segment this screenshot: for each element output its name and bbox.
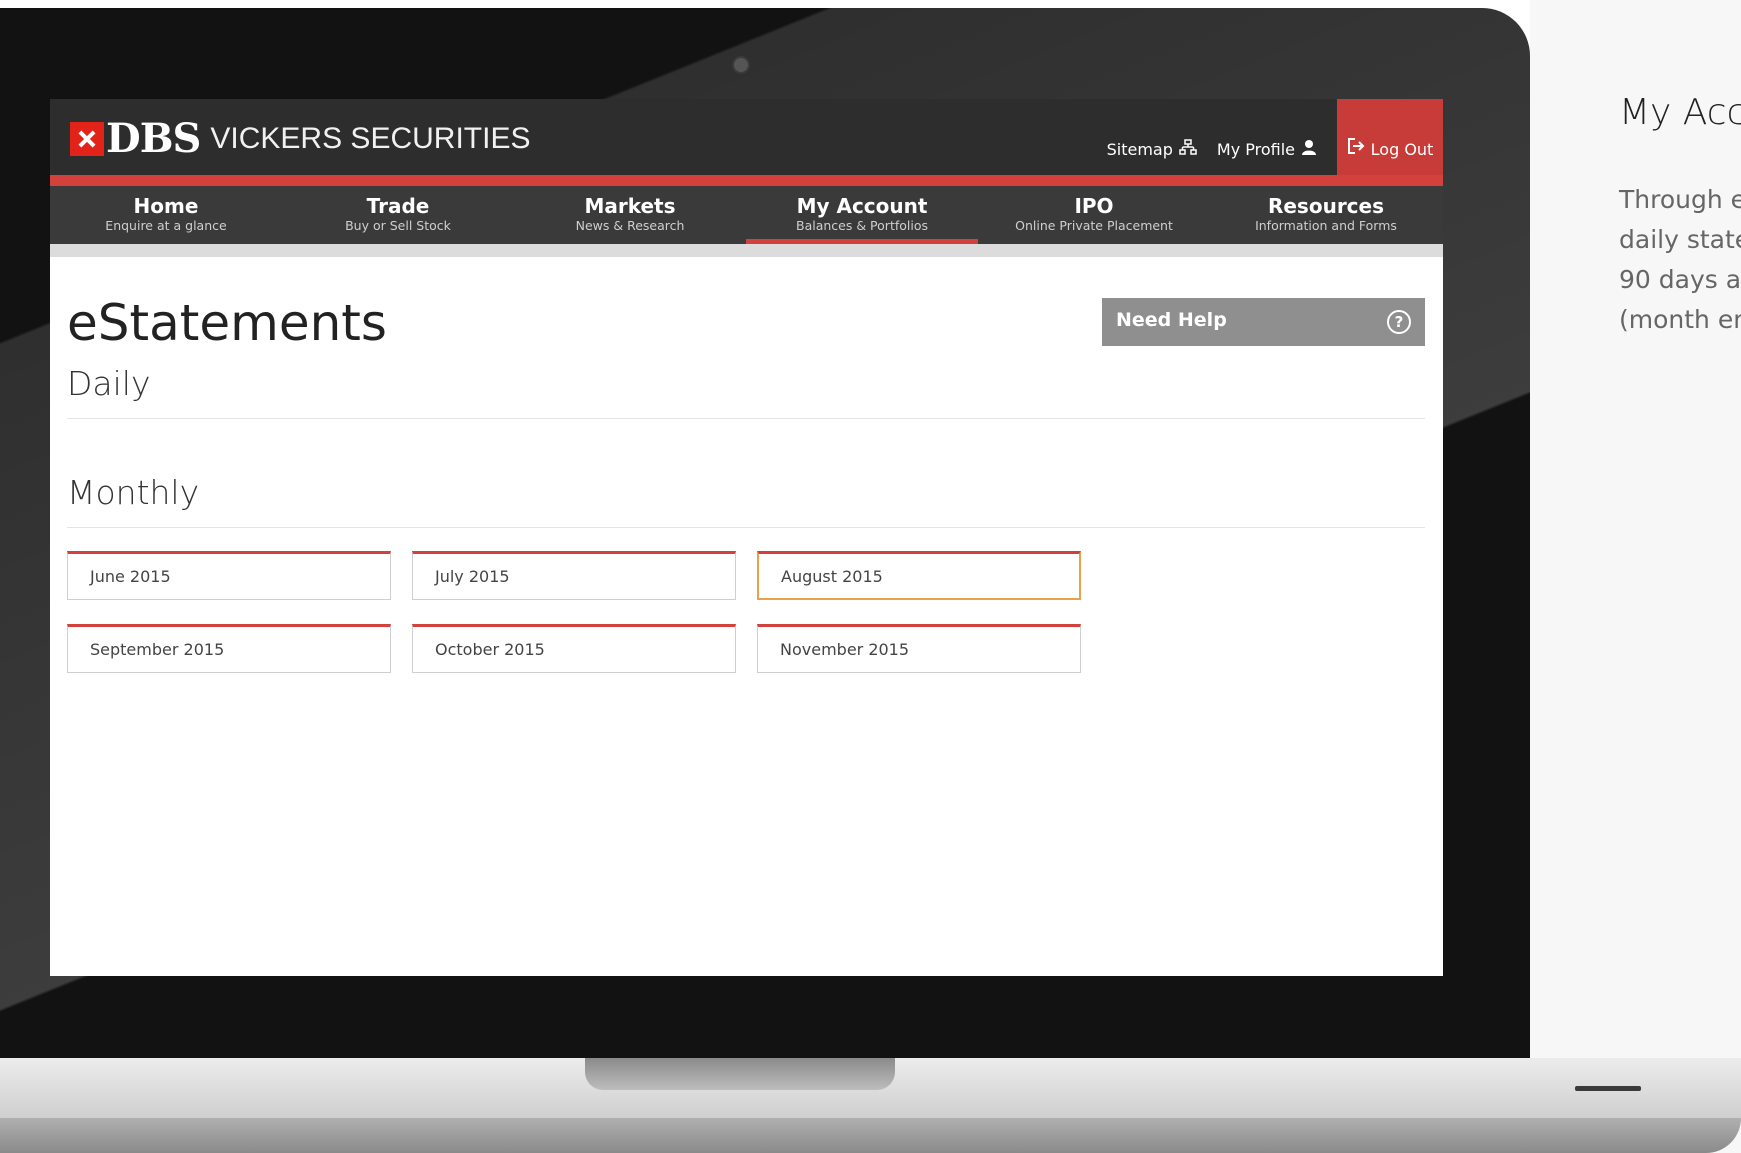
monthly-heading: Monthly	[67, 473, 200, 512]
nav-resources[interactable]: Resources Information and Forms	[1210, 186, 1442, 244]
nav-label: Markets	[584, 194, 676, 218]
nav-label: IPO	[1074, 194, 1114, 218]
side-desc-line: daily stater	[1619, 225, 1741, 254]
user-icon	[1301, 139, 1317, 159]
month-july-2015[interactable]: July 2015	[412, 551, 736, 600]
side-title: My Acc	[1619, 92, 1741, 133]
side-desc-line: Through e	[1619, 185, 1741, 214]
nav-spacer	[50, 244, 1443, 257]
brand-vickers: VICKERS SECURITIES	[210, 121, 531, 155]
monthly-divider	[67, 527, 1425, 528]
sitemap-link[interactable]: Sitemap	[1107, 139, 1197, 175]
side-panel	[1530, 0, 1741, 1153]
side-desc-line: (month en	[1619, 305, 1741, 334]
nav-label: Home	[133, 194, 199, 218]
nav-sub: Online Private Placement	[1015, 218, 1173, 233]
main-nav: Home Enquire at a glance Trade Buy or Se…	[50, 186, 1443, 244]
nav-trade[interactable]: Trade Buy or Sell Stock	[282, 186, 514, 244]
utility-links: Sitemap My Profile Log Out	[1107, 99, 1443, 175]
my-profile-label: My Profile	[1216, 139, 1295, 159]
side-description: Through e daily stater 90 days as (month…	[1619, 180, 1741, 340]
log-out-button[interactable]: Log Out	[1337, 99, 1443, 175]
my-profile-link[interactable]: My Profile	[1217, 139, 1317, 175]
nav-sub: Enquire at a glance	[105, 218, 227, 233]
side-desc-line: 90 days as	[1619, 265, 1741, 294]
laptop-frame: DBS VICKERS SECURITIES Sitemap My Profil…	[0, 8, 1530, 1058]
nav-my-account[interactable]: My Account Balances & Portfolios	[746, 186, 978, 244]
header-bar: DBS VICKERS SECURITIES Sitemap My Profil…	[50, 99, 1443, 175]
month-june-2015[interactable]: June 2015	[67, 551, 391, 600]
nav-home[interactable]: Home Enquire at a glance	[50, 186, 282, 244]
camera-icon	[732, 56, 750, 74]
month-october-2015[interactable]: October 2015	[412, 624, 736, 673]
nav-sub: Information and Forms	[1255, 218, 1397, 233]
nav-ipo[interactable]: IPO Online Private Placement	[978, 186, 1210, 244]
header-accent-bar	[50, 175, 1443, 186]
page-title: eStatements	[67, 294, 387, 352]
nav-label: Trade	[366, 194, 430, 218]
nav-sub: News & Research	[575, 218, 685, 233]
laptop-base	[0, 1118, 1741, 1153]
help-icon: ?	[1387, 310, 1411, 334]
daily-heading: Daily	[67, 364, 151, 403]
need-help-label: Need Help	[1116, 309, 1227, 331]
nav-label: My Account	[796, 194, 928, 218]
daily-divider	[67, 418, 1425, 419]
dbs-logo-icon	[70, 121, 104, 156]
sitemap-label: Sitemap	[1106, 139, 1173, 159]
month-november-2015[interactable]: November 2015	[757, 624, 1081, 673]
nav-markets[interactable]: Markets News & Research	[514, 186, 746, 244]
brand-logo[interactable]: DBS VICKERS SECURITIES	[70, 115, 530, 162]
nav-sub: Balances & Portfolios	[796, 218, 928, 233]
app-screen: DBS VICKERS SECURITIES Sitemap My Profil…	[50, 99, 1443, 976]
brand-dbs: DBS	[106, 115, 201, 162]
sitemap-icon	[1179, 139, 1197, 159]
laptop-indicator	[1575, 1086, 1641, 1091]
nav-sub: Buy or Sell Stock	[345, 218, 451, 233]
laptop-notch	[585, 1058, 895, 1090]
need-help-button[interactable]: Need Help ?	[1102, 298, 1425, 346]
month-september-2015[interactable]: September 2015	[67, 624, 391, 673]
nav-label: Resources	[1267, 194, 1385, 218]
log-out-label: Log Out	[1370, 140, 1434, 159]
logout-icon	[1347, 137, 1365, 159]
month-august-2015[interactable]: August 2015	[757, 551, 1081, 600]
